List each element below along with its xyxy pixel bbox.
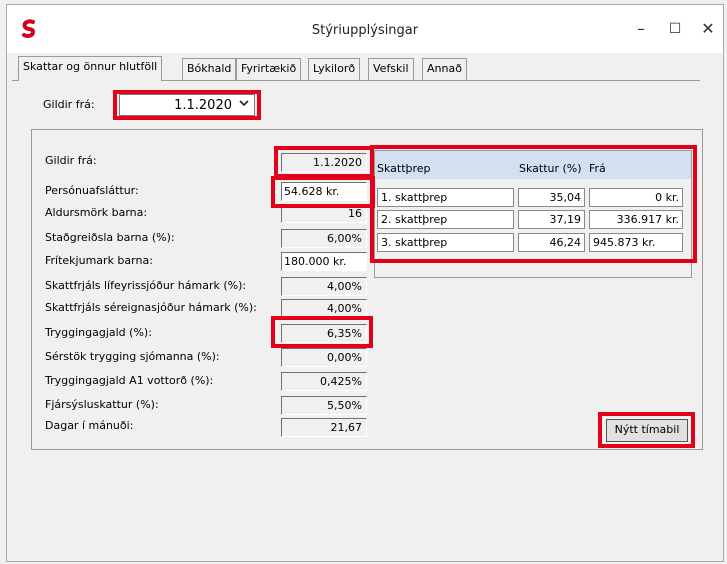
table-cell[interactable]: 945.873 kr. (589, 233, 683, 252)
aldursmork-barna-field[interactable]: 16 (281, 204, 367, 223)
field-label: Skattfrjáls séreignasjóður hámark (%): (45, 301, 257, 314)
fjarsysluskattur-field[interactable]: 5,50% (281, 396, 367, 415)
field-label: Gildir frá: (45, 154, 97, 167)
maximize-button[interactable]: ☐ (662, 17, 688, 41)
field-label: Tryggingagjald (%): (45, 326, 152, 339)
tab-label: Lykilorð (313, 62, 356, 75)
gildir-fra-select[interactable]: 1.1.2020 (119, 94, 255, 116)
field-label: Aldursmörk barna: (45, 206, 148, 219)
table-header: Skattþrep Skattur (%) Frá (375, 151, 691, 179)
sereignasjodur-field[interactable]: 4,00% (281, 299, 367, 318)
tab-bokhald[interactable]: Bókhald (182, 58, 237, 80)
lifeyrissjodur-field[interactable]: 4,00% (281, 277, 367, 296)
tab-label: Fyrirtækið (241, 62, 297, 75)
chevron-down-icon[interactable] (235, 96, 253, 114)
dagar-i-manudi-field[interactable]: 21,67 (281, 418, 367, 437)
tab-label: Skattar og önnur hlutföll (23, 60, 158, 73)
field-label: Fjársýsluskattur (%): (45, 398, 159, 411)
field-label: Sérstök trygging sjómanna (%): (45, 350, 220, 363)
field-label: Dagar í mánuði: (45, 419, 134, 432)
table-cell[interactable]: 35,04 (518, 188, 585, 207)
stadgreidsla-barna-field[interactable]: 6,00% (281, 229, 367, 248)
tab-annad[interactable]: Annað (422, 58, 467, 80)
table-cell[interactable]: 0 kr. (589, 188, 683, 207)
field-label: Frítekjumark barna: (45, 254, 153, 267)
title-bar[interactable]: Stýriupplýsingar – ☐ ✕ (7, 5, 723, 53)
minimize-button[interactable]: – (628, 17, 654, 41)
column-header-fra: Frá (589, 162, 606, 175)
column-header-skattthrep: Skattþrep (377, 162, 431, 175)
tax-bracket-table: Skattþrep Skattur (%) Frá 1. skattþrep 3… (374, 150, 692, 278)
table-cell[interactable]: 46,24 (518, 233, 585, 252)
tab-lykilord[interactable]: Lykilorð (308, 58, 361, 80)
tab-fyrirtaekid[interactable]: Fyrirtækið (236, 58, 302, 80)
tryggingagjald-field[interactable]: 6,35% (281, 324, 367, 343)
gildir-fra-field: 1.1.2020 (281, 153, 367, 172)
close-button[interactable]: ✕ (695, 17, 721, 41)
table-cell[interactable]: 2. skattþrep (377, 210, 514, 229)
tab-label: Annað (427, 62, 462, 75)
tab-vefskil[interactable]: Vefskil (368, 58, 414, 80)
tryggingagjald-a1-field[interactable]: 0,425% (281, 372, 367, 391)
personuafslattur-field[interactable]: 54.628 kr. (281, 182, 367, 201)
field-label: Staðgreiðsla barna (%): (45, 231, 175, 244)
gildir-fra-value: 1.1.2020 (174, 98, 232, 113)
field-label: Tryggingagjald A1 vottorð (%): (45, 374, 214, 387)
new-period-button[interactable]: Nýtt tímabil (606, 419, 688, 442)
window-title: Stýriupplýsingar (311, 23, 419, 38)
gildir-fra-label: Gildir frá: (43, 98, 95, 111)
field-label: Persónuafsláttur: (45, 184, 139, 197)
table-cell[interactable]: 37,19 (518, 210, 585, 229)
table-cell[interactable]: 3. skattþrep (377, 233, 514, 252)
table-cell[interactable]: 336.917 kr. (589, 210, 683, 229)
column-header-skattur: Skattur (%) (519, 162, 582, 175)
table-cell[interactable]: 1. skattþrep (377, 188, 514, 207)
trygging-sjomanna-field[interactable]: 0,00% (281, 348, 367, 367)
tab-skattar[interactable]: Skattar og önnur hlutföll (18, 56, 163, 81)
fritekjumark-barna-field[interactable]: 180.000 kr. (281, 252, 367, 271)
tab-label: Bókhald (187, 62, 232, 75)
tab-label: Vefskil (373, 62, 409, 75)
field-label: Skattfrjáls lífeyrissjóður hámark (%): (45, 279, 247, 292)
